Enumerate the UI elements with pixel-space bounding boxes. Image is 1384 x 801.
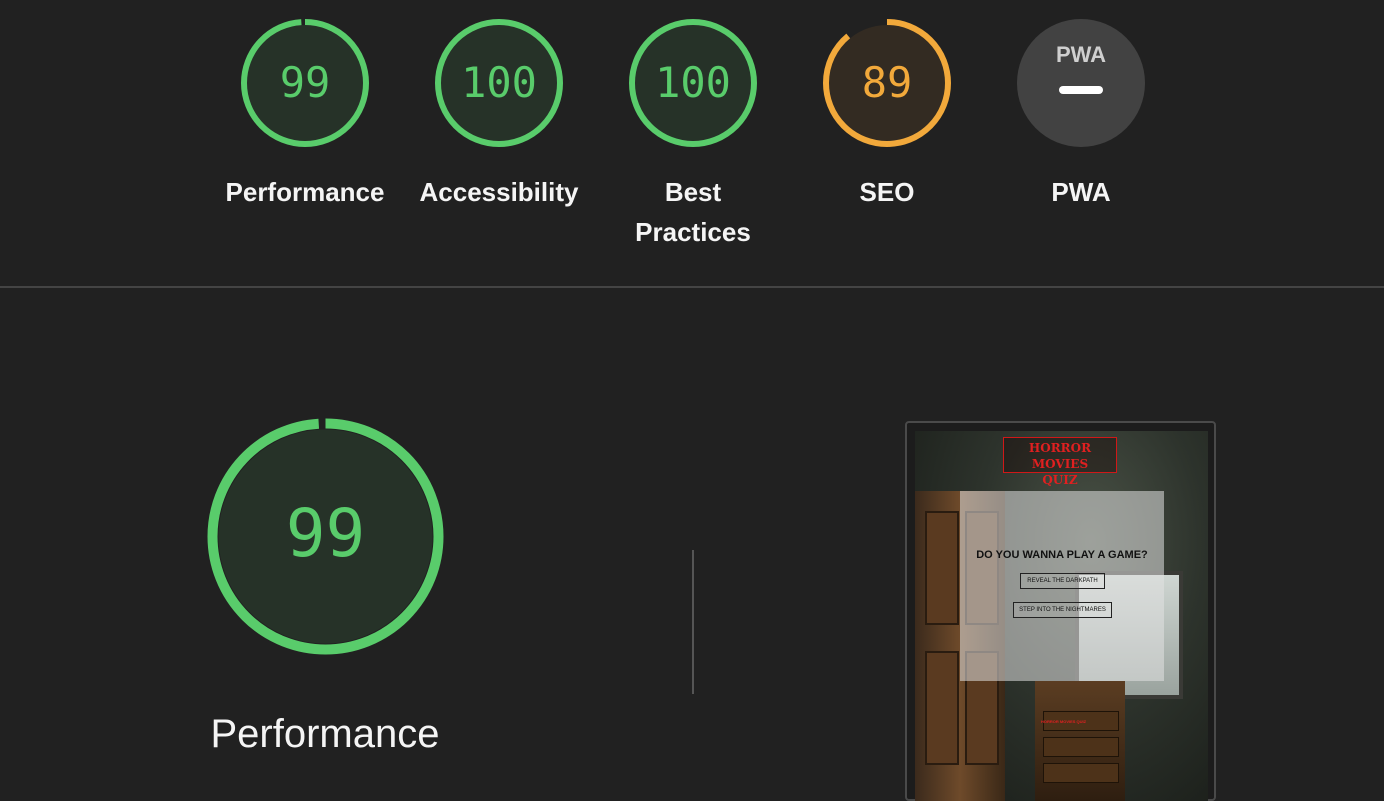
dresser-graphic	[1035, 681, 1125, 801]
seo-label: SEO	[859, 177, 915, 207]
best-practices-label-line2: Practices	[635, 217, 751, 247]
seo-score: 89	[862, 58, 913, 107]
quiz-question: DO YOU WANNA PLAY A GAME?	[976, 549, 1148, 561]
best-practices-label: Best Practices	[596, 172, 790, 252]
category-gauges: 99 Performance 100 Accessibility 100 Bes…	[0, 0, 1384, 286]
gauge-accessibility[interactable]: 100 Accessibility	[402, 18, 596, 212]
final-screenshot-frame[interactable]: HORROR MOVIES QUIZ DO YOU WANNA PLAY A G…	[905, 421, 1216, 801]
pwa-dash-icon	[1059, 86, 1103, 94]
vertical-divider	[692, 550, 694, 694]
best-practices-gauge-ring: 100	[629, 19, 757, 147]
quiz-title-line1: HORROR MOVIES	[1028, 441, 1092, 471]
pwa-badge-text: PWA	[1056, 42, 1106, 67]
performance-score: 99	[280, 58, 331, 107]
performance-large-gauge-ring: 99	[207, 418, 444, 655]
gauge-best-practices[interactable]: 100 Best Practices	[596, 18, 790, 252]
gauge-pwa[interactable]: PWA PWA	[984, 18, 1178, 212]
best-practices-label-line1: Best	[664, 177, 722, 207]
pwa-badge-fill	[1017, 19, 1145, 147]
screenshot-footer-text: HORROR MOVIES QUIZ	[1041, 719, 1087, 724]
seo-gauge-ring: 89	[823, 19, 951, 147]
reveal-button: REVEAL THE DARKPATH	[1020, 573, 1105, 589]
quiz-title-box: HORROR MOVIES QUIZ	[1003, 437, 1117, 487]
final-screenshot-image: HORROR MOVIES QUIZ DO YOU WANNA PLAY A G…	[915, 431, 1208, 801]
performance-section-score: 99	[286, 495, 365, 572]
accessibility-gauge-ring: 100	[435, 19, 563, 147]
gauge-performance[interactable]: 99 Performance	[208, 18, 402, 212]
section-divider	[0, 286, 1384, 288]
quiz-title-line2: QUIZ	[1042, 473, 1078, 487]
performance-section-gauge: 99	[205, 416, 446, 662]
accessibility-label: Accessibility	[419, 177, 579, 207]
performance-label: Performance	[225, 177, 385, 207]
pwa-badge-icon: PWA	[1017, 19, 1145, 147]
pwa-label: PWA	[1051, 177, 1111, 207]
gauge-seo[interactable]: 89 SEO	[790, 18, 984, 212]
step-into-button: STEP INTO THE NIGHTMARES	[1013, 602, 1112, 618]
best-practices-score: 100	[655, 58, 731, 107]
quiz-panel: DO YOU WANNA PLAY A GAME? REVEAL THE DAR…	[960, 491, 1164, 681]
accessibility-score: 100	[461, 58, 537, 107]
performance-gauge-ring: 99	[241, 19, 369, 147]
performance-section-label: Performance	[210, 712, 440, 756]
